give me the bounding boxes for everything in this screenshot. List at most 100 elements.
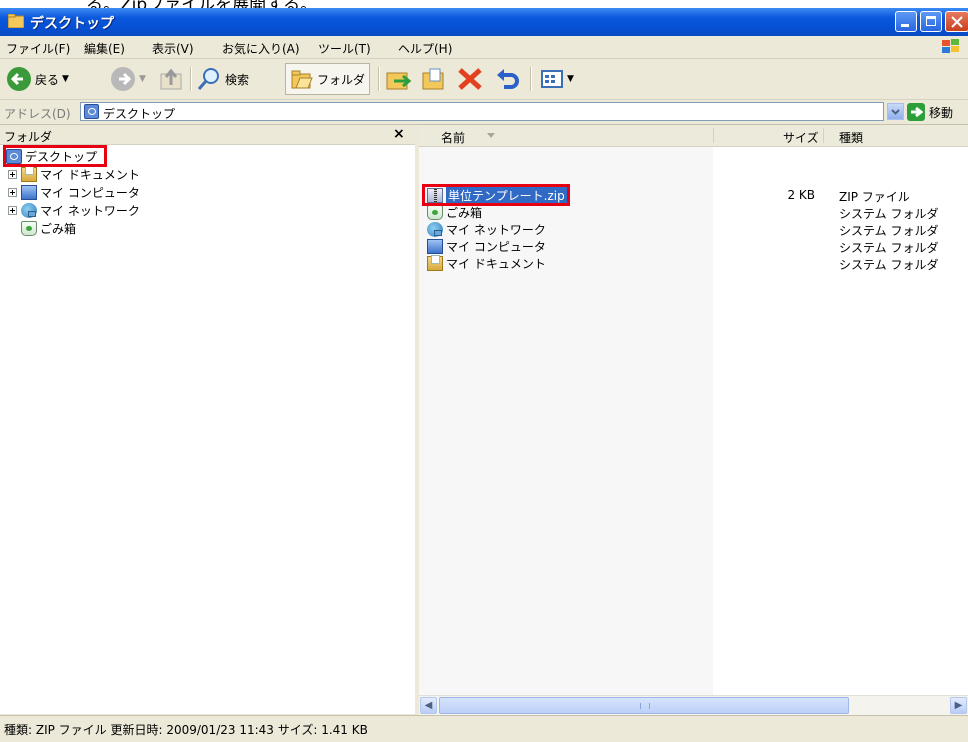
column-header-type[interactable]: 種類 (839, 129, 863, 146)
tree-item-label: ごみ箱 (40, 221, 77, 236)
sort-descending-icon (487, 133, 495, 138)
my-network-icon (427, 222, 443, 237)
menu-file[interactable]: ファイル(F) (6, 40, 70, 57)
file-type: ZIP ファイル (839, 190, 910, 204)
views-icon (541, 70, 563, 88)
back-dropdown-icon[interactable]: ▼ (62, 74, 69, 84)
file-name-cell: マイ コンピュータ (427, 238, 546, 255)
list-header: 名前 サイズ 種類 (419, 125, 968, 147)
scroll-grip-icon (640, 703, 650, 709)
delete-button[interactable] (456, 63, 484, 95)
menu-bar: ファイル(F) 編集(E) 表示(V) お気に入り(A) ツール(T) ヘルプ(… (0, 36, 968, 59)
folder-pane-title: フォルダ (4, 130, 53, 144)
column-header-size[interactable]: サイズ (783, 129, 819, 146)
scroll-right-button[interactable]: ▶ (950, 697, 967, 714)
toolbar-separator (190, 67, 192, 91)
folder-tree-pane: フォルダ × デスクトップ マイ ドキュメント マイ コンピュータ マイ ネット… (0, 125, 419, 714)
move-to-folder-icon (386, 72, 412, 90)
highlight-box (3, 145, 107, 167)
column-header-name[interactable]: 名前 (441, 129, 465, 146)
expand-icon[interactable] (8, 169, 17, 179)
undo-button[interactable] (494, 63, 522, 95)
status-text: 種類: ZIP ファイル 更新日時: 2009/01/23 11:43 サイズ:… (4, 723, 368, 737)
toolbar-separator (378, 67, 380, 91)
folders-button[interactable]: フォルダ (285, 63, 371, 95)
scroll-thumb[interactable] (439, 697, 849, 714)
forward-button[interactable]: ▼ (110, 63, 146, 95)
address-bar: アドレス(D) デスクトップ 移動 (0, 100, 968, 125)
expand-icon[interactable] (8, 187, 17, 197)
file-type: システム フォルダ (839, 241, 939, 255)
tree-item-recycle-bin[interactable]: ごみ箱 (21, 219, 76, 237)
file-row[interactable]: マイ コンピュータ システム フォルダ (419, 238, 968, 255)
file-list-pane: 名前 サイズ 種類 単位テンプレート.zip 2 KB ZIP ファイル ごみ箱… (419, 125, 968, 695)
standard-toolbar: 戻る ▼ ▼ 検索 フォルダ ▼ (0, 59, 968, 100)
file-name-cell: マイ ドキュメント (427, 255, 546, 272)
folder-icon (8, 14, 24, 28)
views-button[interactable]: ▼ (540, 63, 574, 95)
minimize-button[interactable] (895, 11, 917, 32)
horizontal-scrollbar[interactable]: ◀ ▶ (419, 695, 968, 715)
views-dropdown-icon: ▼ (567, 74, 574, 84)
search-button[interactable]: 検索 (196, 63, 249, 95)
menu-edit[interactable]: 編集(E) (84, 40, 125, 57)
back-button[interactable]: 戻る ▼ (6, 63, 69, 95)
file-row[interactable]: マイ ネットワーク システム フォルダ (419, 221, 968, 238)
scroll-left-button[interactable]: ◀ (420, 697, 437, 714)
tree-item-my-computer[interactable]: マイ コンピュータ (8, 183, 140, 201)
my-documents-icon (21, 165, 37, 182)
status-bar: 種類: ZIP ファイル 更新日時: 2009/01/23 11:43 サイズ:… (0, 715, 968, 742)
file-name: マイ ドキュメント (446, 257, 546, 271)
tree-item-my-documents[interactable]: マイ ドキュメント (8, 165, 140, 183)
my-documents-icon (427, 255, 443, 271)
forward-dropdown-icon[interactable]: ▼ (139, 74, 146, 84)
menu-help[interactable]: ヘルプ(H) (398, 40, 452, 57)
column-divider[interactable] (823, 128, 824, 143)
highlight-box (422, 184, 570, 206)
menu-view[interactable]: 表示(V) (152, 40, 194, 57)
folders-icon (291, 70, 313, 89)
tree-item-my-network[interactable]: マイ ネットワーク (8, 201, 140, 219)
file-size: 2 KB (787, 188, 815, 202)
window-title: デスクトップ (30, 16, 114, 32)
file-type: システム フォルダ (839, 258, 939, 272)
expand-icon[interactable] (8, 205, 17, 215)
toolbar-separator (530, 67, 532, 91)
windows-logo-icon (942, 39, 959, 53)
menu-favorites[interactable]: お気に入り(A) (222, 40, 300, 57)
copy-to-button[interactable] (420, 63, 448, 95)
go-label: 移動 (929, 105, 954, 120)
title-bar[interactable]: デスクトップ (0, 8, 968, 36)
up-folder-icon (160, 68, 182, 90)
chevron-down-icon (891, 109, 900, 115)
file-row[interactable]: ごみ箱 システム フォルダ (419, 204, 968, 221)
recycle-bin-icon (21, 220, 37, 236)
close-button[interactable] (945, 11, 968, 32)
address-input[interactable]: デスクトップ (80, 102, 884, 121)
folders-label: フォルダ (317, 72, 366, 87)
menu-tools[interactable]: ツール(T) (318, 40, 371, 57)
file-row[interactable]: マイ ドキュメント システム フォルダ (419, 255, 968, 272)
search-icon (197, 68, 219, 90)
go-button[interactable]: 移動 (907, 102, 968, 122)
file-name: マイ ネットワーク (446, 223, 546, 237)
my-computer-icon (21, 184, 37, 200)
folder-pane-close-button[interactable]: × (393, 126, 405, 142)
search-label: 検索 (225, 72, 250, 87)
tree-item-label: マイ ドキュメント (40, 167, 140, 182)
delete-icon (458, 68, 482, 90)
file-name: ごみ箱 (446, 206, 483, 220)
desktop-icon (84, 104, 99, 119)
file-name-cell: ごみ箱 (427, 204, 482, 221)
address-value: デスクトップ (103, 107, 176, 121)
column-divider[interactable] (713, 128, 714, 143)
close-icon (951, 16, 963, 28)
back-arrow-icon (7, 67, 31, 91)
move-to-button[interactable] (384, 63, 412, 95)
address-dropdown-button[interactable] (887, 103, 904, 120)
tree-item-label: マイ ネットワーク (40, 203, 140, 218)
file-name-cell: マイ ネットワーク (427, 221, 546, 238)
maximize-button[interactable] (920, 11, 942, 32)
up-folder-button[interactable] (158, 63, 184, 95)
copy-to-folder-icon (422, 68, 444, 90)
